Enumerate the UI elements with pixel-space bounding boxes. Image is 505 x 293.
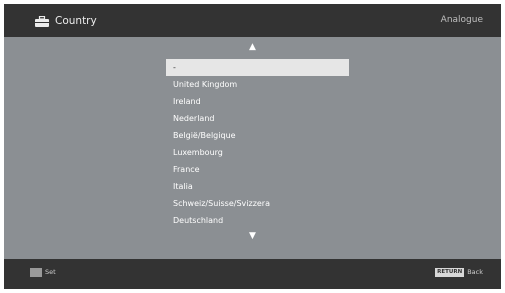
- broadcast-mode-label: Analogue: [440, 15, 483, 25]
- country-list-item[interactable]: United Kingdom: [166, 76, 349, 93]
- page-title: Country: [55, 15, 97, 27]
- scroll-down-icon[interactable]: ▼: [4, 231, 501, 241]
- set-key-icon: [30, 268, 42, 277]
- tv-screen: Country Analogue ▲ - United Kingdom Irel…: [4, 4, 501, 289]
- header-bar: Country Analogue: [4, 4, 501, 37]
- country-list-item[interactable]: Deutschland: [166, 212, 349, 229]
- country-list-item[interactable]: België/Belgique: [166, 127, 349, 144]
- country-list-item[interactable]: Luxembourg: [166, 144, 349, 161]
- header-title-group: Country: [35, 13, 97, 29]
- country-list-item[interactable]: Ireland: [166, 93, 349, 110]
- footer-bar: Set RETURN Back: [4, 259, 501, 289]
- country-list-item[interactable]: Nederland: [166, 110, 349, 127]
- country-list-item[interactable]: Schweiz/Suisse/Svizzera: [166, 195, 349, 212]
- country-list-item[interactable]: France: [166, 161, 349, 178]
- country-list: - United Kingdom Ireland Nederland Belgi…: [166, 59, 349, 229]
- back-hint: RETURN Back: [435, 268, 483, 277]
- toolbox-icon: [35, 15, 49, 27]
- set-hint: Set: [30, 268, 56, 277]
- country-list-item[interactable]: Italia: [166, 178, 349, 195]
- scroll-up-icon[interactable]: ▲: [4, 42, 501, 52]
- country-list-item[interactable]: -: [166, 59, 349, 76]
- back-label: Back: [467, 268, 483, 276]
- return-key-icon: RETURN: [435, 268, 465, 277]
- set-label: Set: [45, 268, 56, 276]
